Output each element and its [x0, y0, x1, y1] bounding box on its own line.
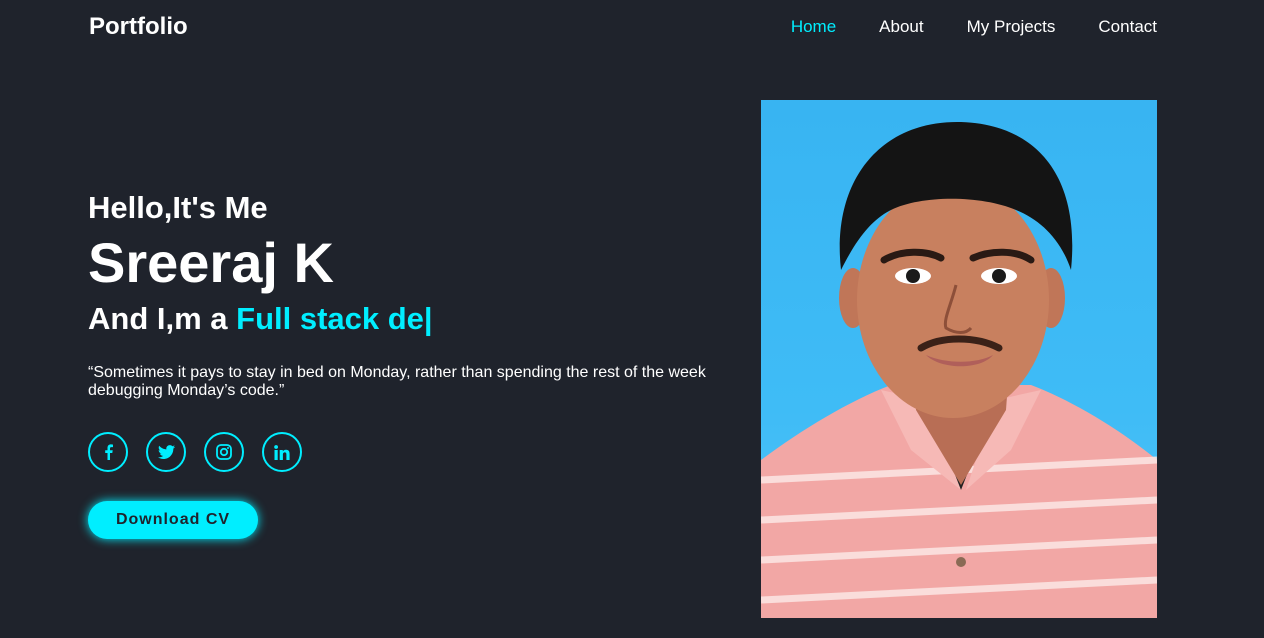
- role-prefix: And I,m a: [88, 301, 237, 336]
- main-nav: Home About My Projects Contact: [791, 16, 1157, 38]
- download-cv-button[interactable]: Download CV: [88, 501, 258, 539]
- profile-photo: [761, 100, 1157, 618]
- twitter-icon[interactable]: [146, 432, 186, 472]
- social-links: [88, 432, 728, 472]
- typed-role: Full stack de|: [236, 301, 433, 336]
- nav-my-projects[interactable]: My Projects: [967, 16, 1056, 38]
- nav-about[interactable]: About: [879, 16, 923, 38]
- portrait-illustration: [761, 121, 1157, 618]
- quote: “Sometimes it pays to stay in bed on Mon…: [88, 364, 706, 399]
- logo[interactable]: Portfolio: [89, 12, 188, 42]
- role-heading: And I,m a Full stack de|: [88, 296, 728, 342]
- linkedin-icon[interactable]: [262, 432, 302, 472]
- name-heading: Sreeraj K: [88, 231, 334, 294]
- nav-contact[interactable]: Contact: [1098, 16, 1157, 38]
- hero-content: Hello,It's Me Sreeraj K And I,m a Full s…: [88, 186, 728, 539]
- site-header: Portfolio Home About My Projects Contact: [0, 0, 1264, 56]
- facebook-icon[interactable]: [88, 432, 128, 472]
- instagram-icon[interactable]: [204, 432, 244, 472]
- nav-home[interactable]: Home: [791, 16, 836, 38]
- greeting: Hello,It's Me: [88, 190, 268, 225]
